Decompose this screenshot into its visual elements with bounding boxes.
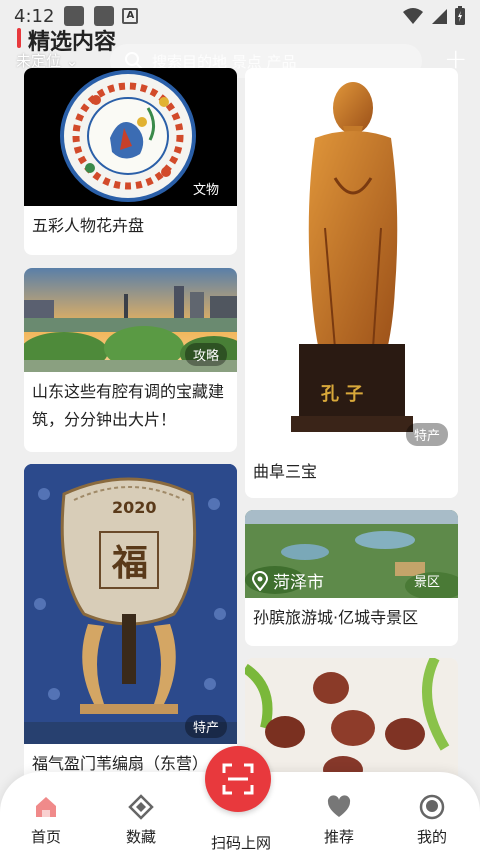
card-title: 孙膑旅游城·亿城寺景区 xyxy=(253,608,419,627)
card-title: 曲阜三宝 xyxy=(253,462,318,481)
wifi-icon xyxy=(403,8,423,24)
location-pin-icon xyxy=(251,570,269,591)
city-label: 菏泽市 xyxy=(251,568,324,593)
content-card[interactable]: 孔 子 特产 曲阜三宝 xyxy=(245,68,458,498)
signal-icon xyxy=(432,9,447,24)
nav-recommend[interactable]: 推荐 xyxy=(299,794,379,847)
nav-home-label: 首页 xyxy=(30,828,61,846)
notification-icon xyxy=(94,6,115,26)
category-tag: 景区 xyxy=(413,575,440,590)
fan-character: 福 xyxy=(112,543,149,584)
a-badge-icon: A xyxy=(122,8,139,24)
card-image xyxy=(245,658,458,788)
card-image: 菏泽市 景区 xyxy=(245,510,458,598)
profile-icon xyxy=(419,794,445,820)
category-tag: 特产 xyxy=(184,715,227,738)
fan-year: 2020 xyxy=(112,498,157,517)
card-image: 2020 福 特产 xyxy=(24,464,237,744)
teapot-image xyxy=(245,658,458,788)
nav-collection[interactable]: 数藏 xyxy=(101,794,181,847)
city-name: 菏泽市 xyxy=(273,573,324,593)
category-tag: 文物 xyxy=(184,177,227,200)
home-icon xyxy=(36,797,56,817)
nav-mine-label: 我的 xyxy=(416,828,447,846)
scan-icon xyxy=(222,763,254,795)
statue-plaque: 孔 子 xyxy=(321,384,364,405)
battery-icon xyxy=(455,6,465,25)
card-title: 五彩人物花卉盘 xyxy=(32,216,145,235)
nav-mine[interactable]: 我的 xyxy=(392,794,472,847)
category-tag: 攻略 xyxy=(184,343,227,366)
category-tag: 特产 xyxy=(405,423,448,446)
card-image: 攻略 xyxy=(24,268,237,372)
content-card[interactable]: 攻略 山东这些有腔有调的宝藏建筑，分分钟出大片！ xyxy=(24,268,237,452)
heart-icon xyxy=(327,795,351,817)
card-image: 孔 子 特产 xyxy=(245,68,458,452)
card-image: 文物 xyxy=(24,68,237,206)
content-card[interactable] xyxy=(245,658,458,788)
content-card[interactable]: 2020 福 特产 福气盈门苇编扇（东营） xyxy=(24,464,237,794)
scan-button[interactable] xyxy=(205,746,271,812)
nav-home[interactable]: 首页 xyxy=(6,794,86,847)
notification-icon xyxy=(64,6,85,26)
nav-recommend-label: 推荐 xyxy=(323,828,354,846)
nav-collection-label: 数藏 xyxy=(125,828,156,846)
collection-icon xyxy=(128,794,154,820)
content-card[interactable]: 菏泽市 景区 孙膑旅游城·亿城寺景区 xyxy=(245,510,458,646)
card-title: 山东这些有腔有调的宝藏建筑，分分钟出大片！ xyxy=(32,382,225,429)
scan-label: 扫码上网 xyxy=(210,834,271,852)
title-accent-bar xyxy=(17,28,21,48)
content-card[interactable]: 文物 五彩人物花卉盘 xyxy=(24,68,237,255)
